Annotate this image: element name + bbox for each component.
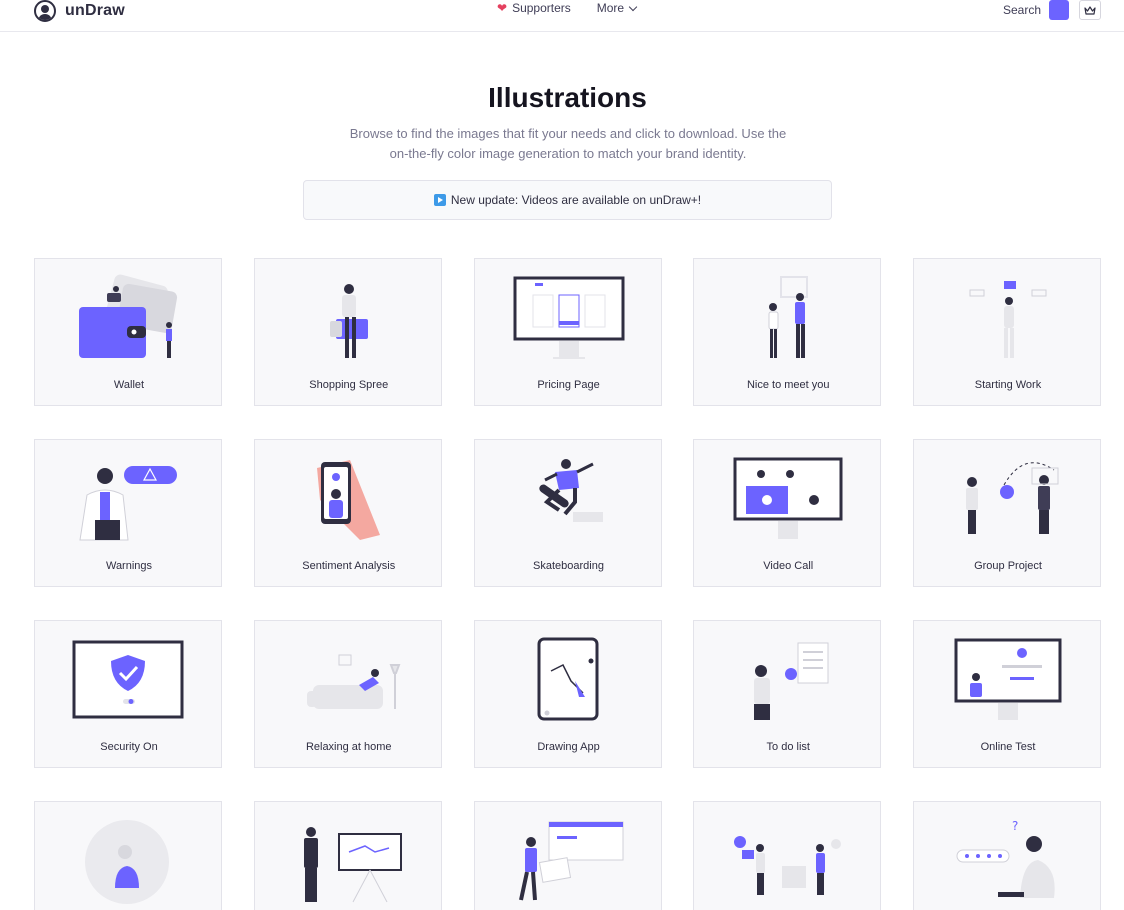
premium-button[interactable] — [1079, 0, 1101, 20]
illustration-card[interactable]: Drawing App — [473, 620, 662, 768]
heart-icon: ❤ — [497, 1, 508, 15]
illustration-label: Drawing App — [537, 741, 600, 753]
nav-more-dropdown[interactable]: More — [596, 1, 638, 15]
nav-supporters-link[interactable]: Supporters — [512, 1, 571, 15]
brand-logo[interactable]: unDraw — [34, 0, 125, 22]
illustration-card[interactable]: Skateboarding — [473, 439, 662, 587]
page-title: Illustrations — [488, 82, 647, 113]
illustration-label: Nice to meet you — [746, 379, 830, 391]
top-navbar: unDraw ❤ Supporters More Search — [0, 0, 1124, 32]
update-banner[interactable]: New update: Videos are available on unDr… — [303, 180, 832, 220]
security-on-illustration — [72, 640, 184, 719]
illustration-card[interactable]: Relaxing at home — [253, 620, 442, 768]
online-test-illustration — [954, 638, 1062, 720]
play-icon — [433, 194, 446, 206]
warnings-illustration — [79, 466, 177, 541]
illustration-label: Wallet — [113, 379, 145, 391]
sentiment-analysis-illustration — [316, 460, 380, 540]
nav-more-label: More — [596, 1, 625, 15]
to-do-list-illustration — [754, 642, 829, 720]
web-design-illustration — [518, 821, 623, 901]
illustration-label: Skateboarding — [533, 560, 604, 572]
illustration-card[interactable]: Group Project — [913, 439, 1101, 587]
header-tools: Search — [1003, 0, 1101, 20]
crown-icon — [1084, 5, 1096, 15]
password-illustration: ? — [956, 819, 1055, 898]
illustration-card[interactable]: Warnings — [34, 439, 222, 587]
illustration-label: Online Test — [980, 741, 1036, 753]
illustration-card[interactable]: Online Test — [913, 620, 1101, 768]
illustration-card[interactable]: Shopping Spree — [253, 258, 442, 406]
illustration-label: To do list — [766, 741, 810, 753]
page-subtitle: Browse to find the images that fit your … — [349, 126, 787, 161]
illustration-card[interactable]: Starting Work — [913, 258, 1101, 406]
shopping-spree-illustration — [329, 284, 368, 358]
illustration-card[interactable] — [473, 801, 662, 910]
search-button[interactable]: Search — [1003, 3, 1041, 17]
illustration-card[interactable]: ? — [913, 801, 1101, 910]
illustration-card[interactable]: To do list — [693, 620, 882, 768]
starting-work-illustration — [969, 281, 1047, 358]
avatar-illustration — [85, 820, 169, 904]
illustration-card[interactable] — [693, 801, 882, 910]
nice-to-meet-you-illustration — [768, 276, 809, 358]
svg-text:?: ? — [1012, 819, 1018, 833]
illustration-card[interactable]: Security On — [34, 620, 222, 768]
illustration-card[interactable] — [253, 801, 442, 910]
illustration-label: Group Project — [974, 560, 1042, 572]
illustration-label: Relaxing at home — [305, 741, 392, 753]
illustration-card[interactable]: Pricing Page — [473, 258, 662, 406]
video-call-illustration — [733, 457, 843, 539]
pricing-page-illustration — [513, 276, 624, 359]
illustration-label: Sentiment Analysis — [302, 560, 396, 572]
illustration-card[interactable]: Nice to meet you — [693, 258, 882, 406]
update-banner-text: New update: Videos are available on unDr… — [450, 193, 702, 207]
illustration-label: Pricing Page — [537, 379, 600, 391]
relaxing-at-home-illustration — [306, 654, 401, 709]
color-picker-button[interactable] — [1049, 0, 1069, 20]
illustration-card[interactable] — [34, 801, 222, 910]
group-project-illustration — [966, 462, 1059, 534]
presentation-illustration — [303, 827, 402, 903]
brand-name: unDraw — [65, 2, 125, 19]
illustration-label: Starting Work — [974, 379, 1042, 391]
illustration-card[interactable]: Wallet — [34, 258, 222, 406]
illustration-label: Shopping Spree — [309, 379, 389, 391]
illustration-card[interactable]: Sentiment Analysis — [253, 439, 442, 587]
wallet-illustration — [79, 274, 178, 358]
location-sharing-illustration — [734, 836, 842, 895]
illustration-label: Security On — [100, 741, 158, 753]
illustration-label: Warnings — [105, 560, 153, 572]
illustration-grid: Wallet Shopping Spree Pricing Page Nice … — [34, 258, 1101, 910]
chevron-down-icon — [628, 2, 638, 11]
illustration-card[interactable]: Video Call — [693, 439, 882, 587]
main-nav: ❤ Supporters More — [497, 1, 638, 15]
drawing-app-illustration — [537, 637, 598, 721]
undraw-logo-icon — [34, 0, 56, 22]
illustration-label: Video Call — [763, 560, 814, 572]
skateboarding-illustration — [538, 459, 603, 522]
